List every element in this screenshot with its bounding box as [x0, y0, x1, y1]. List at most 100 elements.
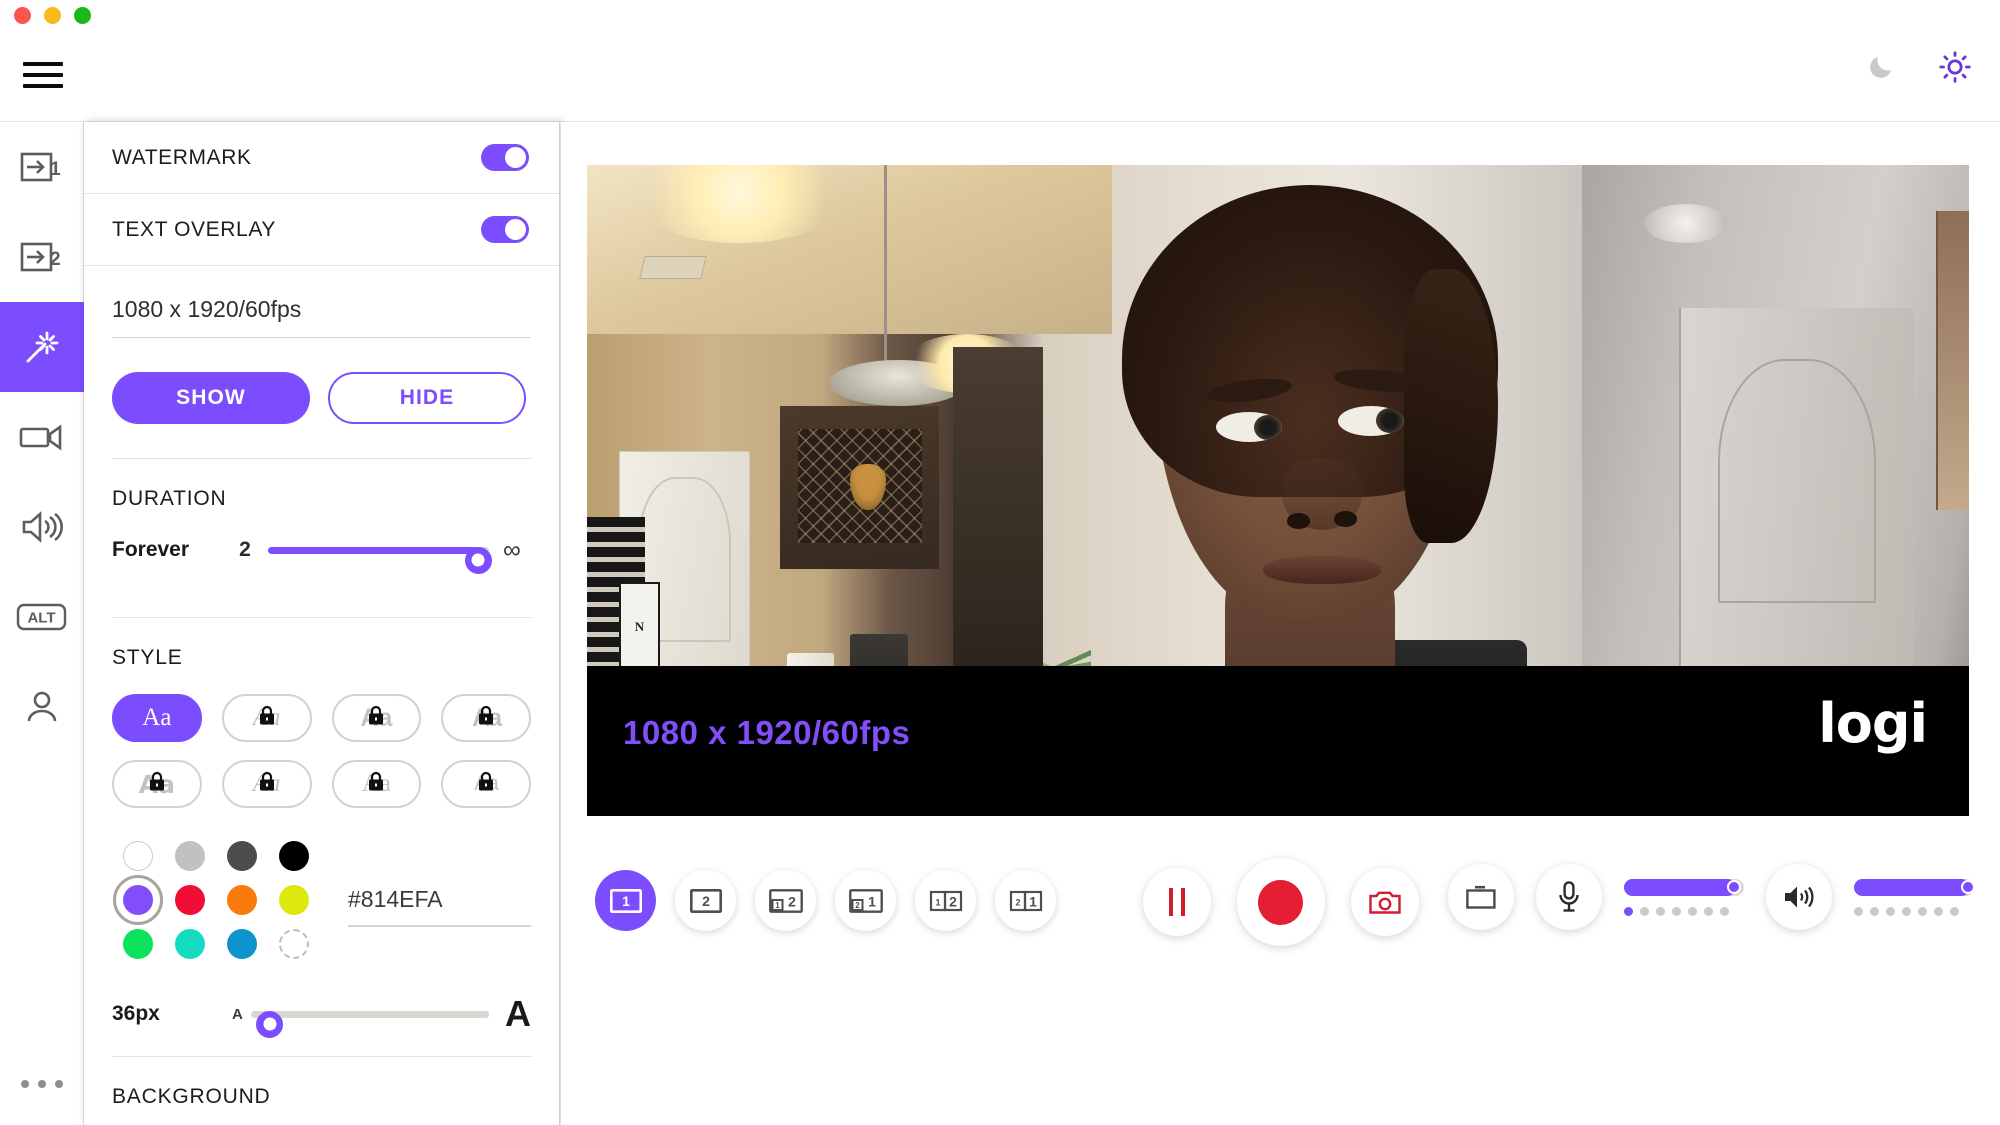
layout-split-2-1-button[interactable]: 2 1	[995, 870, 1056, 931]
style-chip-4[interactable]: Aa	[441, 694, 531, 742]
font-size-row: 36px A A	[112, 966, 531, 1056]
color-swatch-blue[interactable]	[216, 922, 268, 966]
pause-icon	[1169, 888, 1185, 916]
duration-slider-knob[interactable]	[465, 547, 492, 574]
recording-button-group	[1143, 858, 1419, 946]
svg-text:2: 2	[1015, 897, 1020, 907]
moon-icon[interactable]	[1862, 48, 1900, 86]
sun-icon[interactable]	[1936, 48, 1974, 86]
minimize-window-button[interactable]	[44, 7, 61, 24]
svg-text:1: 1	[50, 159, 61, 180]
ellipsis-dot	[55, 1080, 63, 1088]
color-swatch-dark-grey[interactable]	[216, 834, 268, 878]
style-chip-1[interactable]: Aa	[112, 694, 202, 742]
speaker-slider-knob[interactable]	[1961, 880, 1975, 894]
sidebar-item-alt[interactable]: ALT	[0, 572, 84, 662]
hamburger-menu-icon[interactable]	[18, 55, 68, 95]
ellipsis-icon[interactable]	[0, 1069, 84, 1099]
svg-text:1: 1	[868, 893, 876, 909]
sidebar-item-source-2[interactable]: 2	[0, 212, 84, 302]
hex-color-input[interactable]: #814EFA	[348, 886, 531, 925]
layout-pip-2-over-1-button[interactable]: 2 1	[835, 870, 896, 931]
mic-slider-knob[interactable]	[1727, 880, 1741, 894]
color-swatch-orange[interactable]	[216, 878, 268, 922]
swatch-dot	[175, 929, 205, 959]
level-dot	[1704, 907, 1713, 916]
style-section-label: STYLE	[112, 618, 531, 670]
speaker-level-dots	[1854, 907, 1974, 916]
hide-button[interactable]: HIDE	[328, 372, 526, 424]
maximize-window-button[interactable]	[74, 7, 91, 24]
level-dot	[1672, 907, 1681, 916]
color-swatch-red[interactable]	[164, 878, 216, 922]
speaker-waves-icon	[1782, 882, 1816, 912]
color-swatch-green[interactable]	[112, 922, 164, 966]
preview-stage: 1080 x 1920/60fps logi 1 2	[561, 122, 2000, 1125]
duration-slider[interactable]	[268, 535, 489, 565]
ellipsis-dot	[38, 1080, 46, 1088]
duration-row: Forever 2 ∞	[112, 511, 531, 583]
recordings-folder-button[interactable]	[1448, 864, 1514, 930]
color-picker-block: #814EFA	[112, 808, 531, 966]
style-chip-6[interactable]: Aa	[222, 760, 312, 808]
speaker-button[interactable]	[1766, 864, 1832, 930]
sidebar-item-source-1[interactable]: 1	[0, 122, 84, 212]
font-size-value: 36px	[112, 1002, 232, 1026]
speaker-level-meter[interactable]	[1854, 879, 1974, 916]
overlay-text-input[interactable]: 1080 x 1920/60fps	[112, 296, 531, 337]
svg-text:2: 2	[855, 901, 860, 910]
swatch-dot	[123, 885, 153, 915]
style-chip-2[interactable]: Aa	[222, 694, 312, 742]
swatch-dot	[175, 841, 205, 871]
color-swatch-purple[interactable]	[112, 878, 164, 922]
color-swatch-teal[interactable]	[164, 922, 216, 966]
app-window: 1 2	[0, 0, 2000, 1125]
level-dot	[1886, 907, 1895, 916]
style-chip-8[interactable]: Aa	[441, 760, 531, 808]
color-swatch-light-grey[interactable]	[164, 834, 216, 878]
font-size-slider-knob[interactable]	[256, 1011, 283, 1038]
camera-preview[interactable]: 1080 x 1920/60fps logi	[587, 165, 1969, 816]
style-chip-5[interactable]: Aa	[112, 760, 202, 808]
swatch-dot	[279, 929, 309, 959]
watermark-toggle[interactable]	[481, 144, 529, 171]
hamburger-line	[23, 84, 63, 88]
sidebar-item-camera[interactable]	[0, 392, 84, 482]
layout-split-1-2-button[interactable]: 1 2	[915, 870, 976, 931]
level-dot	[1656, 907, 1665, 916]
color-swatch-white[interactable]	[112, 834, 164, 878]
snapshot-button[interactable]	[1351, 868, 1419, 936]
text-overlay-toggle[interactable]	[481, 216, 529, 243]
microphone-level-meter[interactable]	[1624, 879, 1744, 916]
sidebar-item-effects[interactable]	[0, 302, 84, 392]
speaker-slider-track	[1854, 879, 1974, 896]
style-chip-3[interactable]: Aa	[332, 694, 422, 742]
color-swatch-yellow[interactable]	[268, 878, 320, 922]
level-dot	[1624, 907, 1633, 916]
layout-secondary-button[interactable]: 2	[675, 870, 736, 931]
mic-slider-track	[1624, 879, 1744, 896]
effects-settings-panel: WATERMARK TEXT OVERLAY 1080 x 1920/60fps…	[84, 122, 560, 1125]
pause-button[interactable]	[1143, 868, 1211, 936]
swatch-dot	[175, 885, 205, 915]
font-size-slider-fill	[251, 1011, 489, 1018]
layout-pip-bottom-left-button[interactable]: 1 2	[755, 870, 816, 931]
folder-icon	[1465, 883, 1497, 911]
duration-section-label: DURATION	[112, 459, 531, 511]
style-chip-7[interactable]: Aa	[332, 760, 422, 808]
level-dot	[1918, 907, 1927, 916]
sidebar-item-audio[interactable]	[0, 482, 84, 572]
record-button[interactable]	[1237, 858, 1325, 946]
sidebar-item-profile[interactable]	[0, 662, 84, 752]
font-size-slider[interactable]	[251, 999, 489, 1029]
microphone-button[interactable]	[1536, 864, 1602, 930]
close-window-button[interactable]	[14, 7, 31, 24]
watermark-row: WATERMARK	[84, 122, 559, 194]
color-swatch-custom[interactable]	[268, 922, 320, 966]
show-button[interactable]: SHOW	[112, 372, 310, 424]
svg-text:1: 1	[775, 901, 780, 910]
layout-single-button[interactable]: 1	[595, 870, 656, 931]
color-swatch-black[interactable]	[268, 834, 320, 878]
lock-icon	[257, 705, 277, 732]
swatch-dot	[279, 885, 309, 915]
